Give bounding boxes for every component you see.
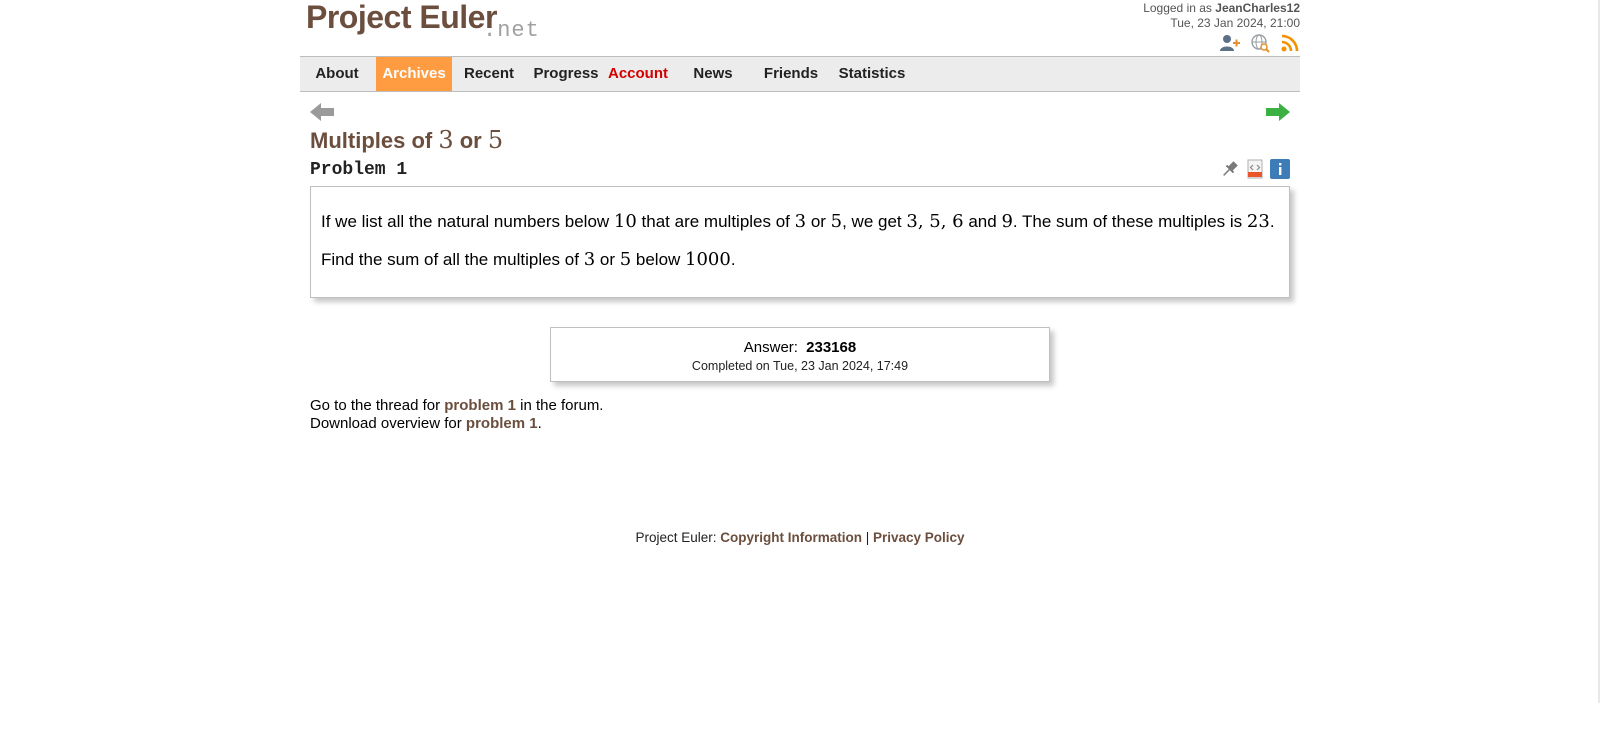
- download-pre-text: Download overview for: [310, 415, 466, 432]
- main-nav: About Archives Recent Progress Account N…: [300, 56, 1300, 92]
- forum-pre-text: Go to the thread for: [310, 397, 445, 414]
- rss-feed-icon[interactable]: [1280, 33, 1300, 53]
- answer-line: Answer: 233168: [551, 339, 1049, 356]
- forum-thread-line: Go to the thread for problem 1 in the fo…: [310, 397, 603, 414]
- nav-archives[interactable]: Archives: [376, 57, 452, 91]
- answer-label: Answer:: [743, 339, 798, 356]
- copyright-link[interactable]: Copyright Information: [720, 530, 862, 545]
- p2-text-1: Find the sum of all the multiples of: [321, 250, 584, 269]
- title-math-a: 3: [438, 126, 454, 154]
- answer-box: Answer: 233168 Completed on Tue, 23 Jan …: [550, 327, 1050, 382]
- p2-math-1: 3: [583, 249, 596, 270]
- download-overview-line: Download overview for problem 1.: [310, 415, 542, 432]
- nav-progress[interactable]: Progress: [528, 57, 604, 91]
- p1-math-4: 3, 5, 6: [906, 211, 964, 232]
- forum-thread-link[interactable]: problem 1: [444, 397, 516, 414]
- p1-text-6: . The sum of these multiples is: [1012, 212, 1247, 231]
- nav-about[interactable]: About: [308, 57, 366, 91]
- footer: Project Euler: Copyright Information | P…: [300, 530, 1300, 545]
- p2-text-4: .: [730, 250, 736, 269]
- user-info: Logged in as JeanCharles12 Tue, 23 Jan 2…: [1143, 1, 1300, 31]
- p1-math-3: 5: [830, 211, 843, 232]
- problem-title: Multiples of 3 or 5: [310, 126, 503, 154]
- answer-value: 233168: [806, 339, 857, 356]
- p1-text-2: that are multiples of: [636, 212, 795, 231]
- p1-text-1: If we list all the natural numbers below: [321, 212, 614, 231]
- nav-news[interactable]: News: [680, 57, 746, 91]
- problem-paragraph-2: Find the sum of all the multiples of 3 o…: [321, 249, 736, 270]
- p1-text-5: and: [963, 212, 1002, 231]
- problem-paragraph-1: If we list all the natural numbers below…: [321, 211, 1275, 232]
- logged-in-line: Logged in as JeanCharles12: [1143, 1, 1300, 16]
- p1-math-2: 3: [794, 211, 807, 232]
- next-problem-arrow-icon[interactable]: [1266, 102, 1290, 122]
- pin-icon[interactable]: [1220, 159, 1240, 179]
- footer-separator: |: [861, 530, 873, 545]
- forum-post-text: in the forum.: [515, 397, 604, 414]
- language-search-icon[interactable]: [1250, 33, 1270, 53]
- nav-statistics[interactable]: Statistics: [832, 57, 912, 91]
- p1-math-1: 10: [613, 211, 637, 232]
- p1-math-6: 23: [1246, 211, 1270, 232]
- logged-in-prefix: Logged in as: [1143, 1, 1212, 15]
- title-math-b: 5: [487, 126, 504, 154]
- p2-math-2: 5: [619, 249, 632, 270]
- p1-text-4: , we get: [842, 212, 907, 231]
- logo-sub-text: .net: [483, 18, 540, 43]
- top-icon-bar: [1220, 33, 1300, 53]
- p2-text-3: below: [631, 250, 686, 269]
- problem-icon-bar: [1220, 159, 1290, 179]
- footer-prefix: Project Euler:: [635, 530, 721, 545]
- download-overview-link[interactable]: problem 1: [466, 415, 538, 432]
- nav-friends[interactable]: Friends: [758, 57, 824, 91]
- title-or: or: [453, 128, 488, 153]
- page: Project Euler .net Logged in as JeanChar…: [0, 0, 1600, 752]
- username: JeanCharles12: [1215, 1, 1300, 15]
- problem-content: If we list all the natural numbers below…: [310, 186, 1290, 298]
- nav-recent[interactable]: Recent: [456, 57, 522, 91]
- completed-timestamp: Completed on Tue, 23 Jan 2024, 17:49: [691, 359, 909, 373]
- logo-main-text: Project Euler: [306, 0, 497, 35]
- previous-problem-arrow-icon[interactable]: [310, 102, 334, 122]
- p1-text-7: .: [1269, 212, 1275, 231]
- problem-number: Problem 1: [310, 160, 408, 180]
- html-source-icon[interactable]: [1245, 159, 1265, 179]
- p2-math-3: 1000: [685, 249, 731, 270]
- p1-text-3: or: [806, 212, 831, 231]
- add-friend-icon[interactable]: [1220, 33, 1240, 53]
- info-icon[interactable]: [1270, 159, 1290, 179]
- download-post-text: .: [537, 415, 542, 432]
- privacy-policy-link[interactable]: Privacy Policy: [873, 530, 965, 545]
- current-datetime: Tue, 23 Jan 2024, 21:00: [1170, 16, 1300, 30]
- title-prefix: Multiples of: [310, 128, 439, 153]
- nav-account[interactable]: Account: [604, 57, 672, 91]
- p1-math-5: 9: [1001, 211, 1013, 232]
- p2-text-2: or: [595, 250, 620, 269]
